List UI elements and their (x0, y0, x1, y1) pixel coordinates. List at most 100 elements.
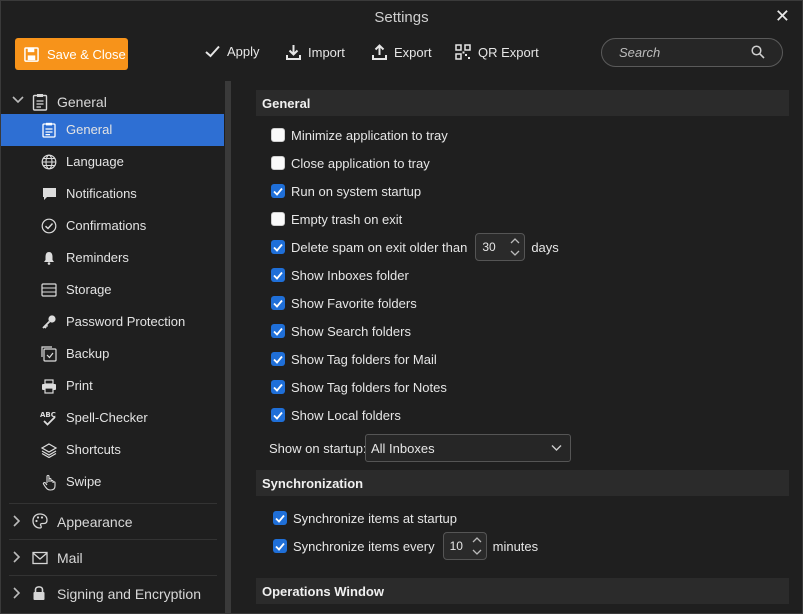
checkbox[interactable] (271, 184, 285, 198)
sidebar-item-spell-checker[interactable]: ABC Spell-Checker (1, 402, 224, 434)
qr-export-button[interactable]: QR Export (455, 44, 539, 60)
option-sync-startup[interactable]: Synchronize items at startup (273, 507, 457, 529)
sidebar-group-signing-encryption[interactable]: Signing and Encryption (1, 580, 225, 608)
checkbox[interactable] (271, 408, 285, 422)
sidebar-item-label: Reminders (66, 250, 129, 265)
option-label: Minimize application to tray (291, 127, 448, 143)
sidebar-item-label: General (66, 122, 113, 137)
search-input[interactable] (619, 45, 739, 60)
option-show-favorite[interactable]: Show Favorite folders (271, 292, 417, 314)
checkmark-icon (273, 383, 283, 392)
storage-icon (40, 282, 58, 298)
checkmark-icon (273, 271, 283, 280)
checkmark-icon (205, 45, 220, 58)
checkmark-icon (273, 355, 283, 364)
option-show-tag-mail[interactable]: Show Tag folders for Mail (271, 348, 437, 370)
chevron-up-icon[interactable] (472, 536, 482, 544)
option-show-tag-notes[interactable]: Show Tag folders for Notes (271, 376, 447, 398)
import-icon (286, 45, 301, 60)
search-icon[interactable] (751, 45, 765, 59)
option-show-local[interactable]: Show Local folders (271, 404, 401, 426)
show-on-startup-select[interactable]: All Inboxes (365, 434, 571, 462)
sidebar-item-label: Shortcuts (66, 442, 121, 457)
save-close-button[interactable]: Save & Close (15, 38, 128, 70)
sync-minutes-stepper[interactable]: 10 (442, 532, 487, 560)
stepper-value: 30 (482, 240, 496, 254)
sidebar-group-appearance-label: Appearance (57, 514, 133, 530)
sidebar-item-label: Spell-Checker (66, 410, 148, 425)
sidebar-item-notifications[interactable]: Notifications (1, 178, 224, 210)
window-title: Settings (374, 9, 429, 26)
checkbox[interactable] (271, 296, 285, 310)
bell-icon (40, 250, 58, 266)
chevron-right-icon[interactable] (12, 587, 22, 599)
option-minimize-tray[interactable]: Minimize application to tray (271, 124, 448, 146)
checkbox[interactable] (271, 156, 285, 170)
close-icon[interactable]: ✕ (775, 6, 790, 27)
apply-label: Apply (227, 44, 260, 59)
checkbox[interactable] (271, 380, 285, 394)
globe-icon (40, 154, 58, 170)
check-circle-icon (40, 218, 58, 234)
option-label: Show Search folders (291, 323, 411, 339)
chevron-right-icon[interactable] (12, 515, 22, 527)
option-show-inboxes[interactable]: Show Inboxes folder (271, 264, 409, 286)
checkmark-icon (275, 514, 285, 523)
chevron-down-icon[interactable] (510, 249, 520, 257)
checkbox[interactable] (271, 128, 285, 142)
checkbox[interactable] (271, 352, 285, 366)
option-run-startup[interactable]: Run on system startup (271, 180, 421, 202)
chevron-down-icon[interactable] (12, 95, 24, 105)
sidebar-item-label: Print (66, 378, 93, 393)
option-sync-every[interactable]: Synchronize items every 10 minutes (273, 532, 538, 560)
toolbar: Save & Close Apply Import Export QR Expo… (1, 35, 802, 75)
option-close-tray[interactable]: Close application to tray (271, 152, 430, 174)
sidebar-item-backup[interactable]: Backup (1, 338, 224, 370)
sidebar-item-confirmations[interactable]: Confirmations (1, 210, 224, 242)
checkmark-icon (273, 411, 283, 420)
export-button[interactable]: Export (372, 44, 432, 60)
chevron-up-icon[interactable] (510, 237, 520, 245)
checkbox[interactable] (271, 268, 285, 282)
sidebar-item-general[interactable]: General (1, 114, 224, 146)
import-button[interactable]: Import (286, 44, 345, 60)
sidebar-item-swipe[interactable]: Swipe (1, 466, 224, 498)
envelope-icon (32, 551, 48, 565)
checkmark-icon (275, 542, 285, 551)
option-unit: days (531, 239, 559, 255)
option-delete-spam[interactable]: Delete spam on exit older than 30 days (271, 233, 559, 261)
checkbox[interactable] (271, 212, 285, 226)
save-close-label: Save & Close (47, 46, 126, 62)
option-empty-trash[interactable]: Empty trash on exit (271, 208, 402, 230)
option-label: Empty trash on exit (291, 211, 403, 227)
sidebar-group-mail[interactable]: Mail (1, 544, 225, 572)
settings-sidebar: General General Language Notifications C… (1, 81, 231, 614)
sidebar-item-reminders[interactable]: Reminders (1, 242, 224, 274)
apply-button[interactable]: Apply (205, 44, 260, 59)
divider (9, 503, 217, 504)
sidebar-item-label: Notifications (66, 186, 137, 201)
sidebar-item-label: Backup (66, 346, 110, 361)
palette-icon (32, 513, 48, 529)
option-show-search[interactable]: Show Search folders (271, 320, 411, 342)
chevron-down-icon[interactable] (472, 548, 482, 556)
spam-days-stepper[interactable]: 30 (475, 233, 526, 261)
option-label: Show Tag folders for Notes (291, 379, 447, 395)
option-label: Delete spam on exit older than (291, 239, 468, 255)
checkbox[interactable] (271, 240, 285, 254)
checkbox[interactable] (273, 511, 287, 525)
checkbox[interactable] (271, 324, 285, 338)
title-bar: Settings ✕ (1, 1, 802, 35)
sidebar-item-shortcuts[interactable]: Shortcuts (1, 434, 224, 466)
sidebar-item-language[interactable]: Language (1, 146, 224, 178)
sidebar-item-print[interactable]: Print (1, 370, 224, 402)
sidebar-item-storage[interactable]: Storage (1, 274, 224, 306)
checkbox[interactable] (273, 539, 287, 553)
sidebar-item-label: Password Protection (66, 314, 186, 329)
checkmark-icon (273, 243, 283, 252)
sidebar-group-general[interactable]: General (1, 88, 225, 116)
sidebar-group-general-label: General (57, 94, 107, 110)
sidebar-item-password-protection[interactable]: Password Protection (1, 306, 224, 338)
sidebar-group-appearance[interactable]: Appearance (1, 508, 225, 536)
chevron-right-icon[interactable] (12, 551, 22, 563)
